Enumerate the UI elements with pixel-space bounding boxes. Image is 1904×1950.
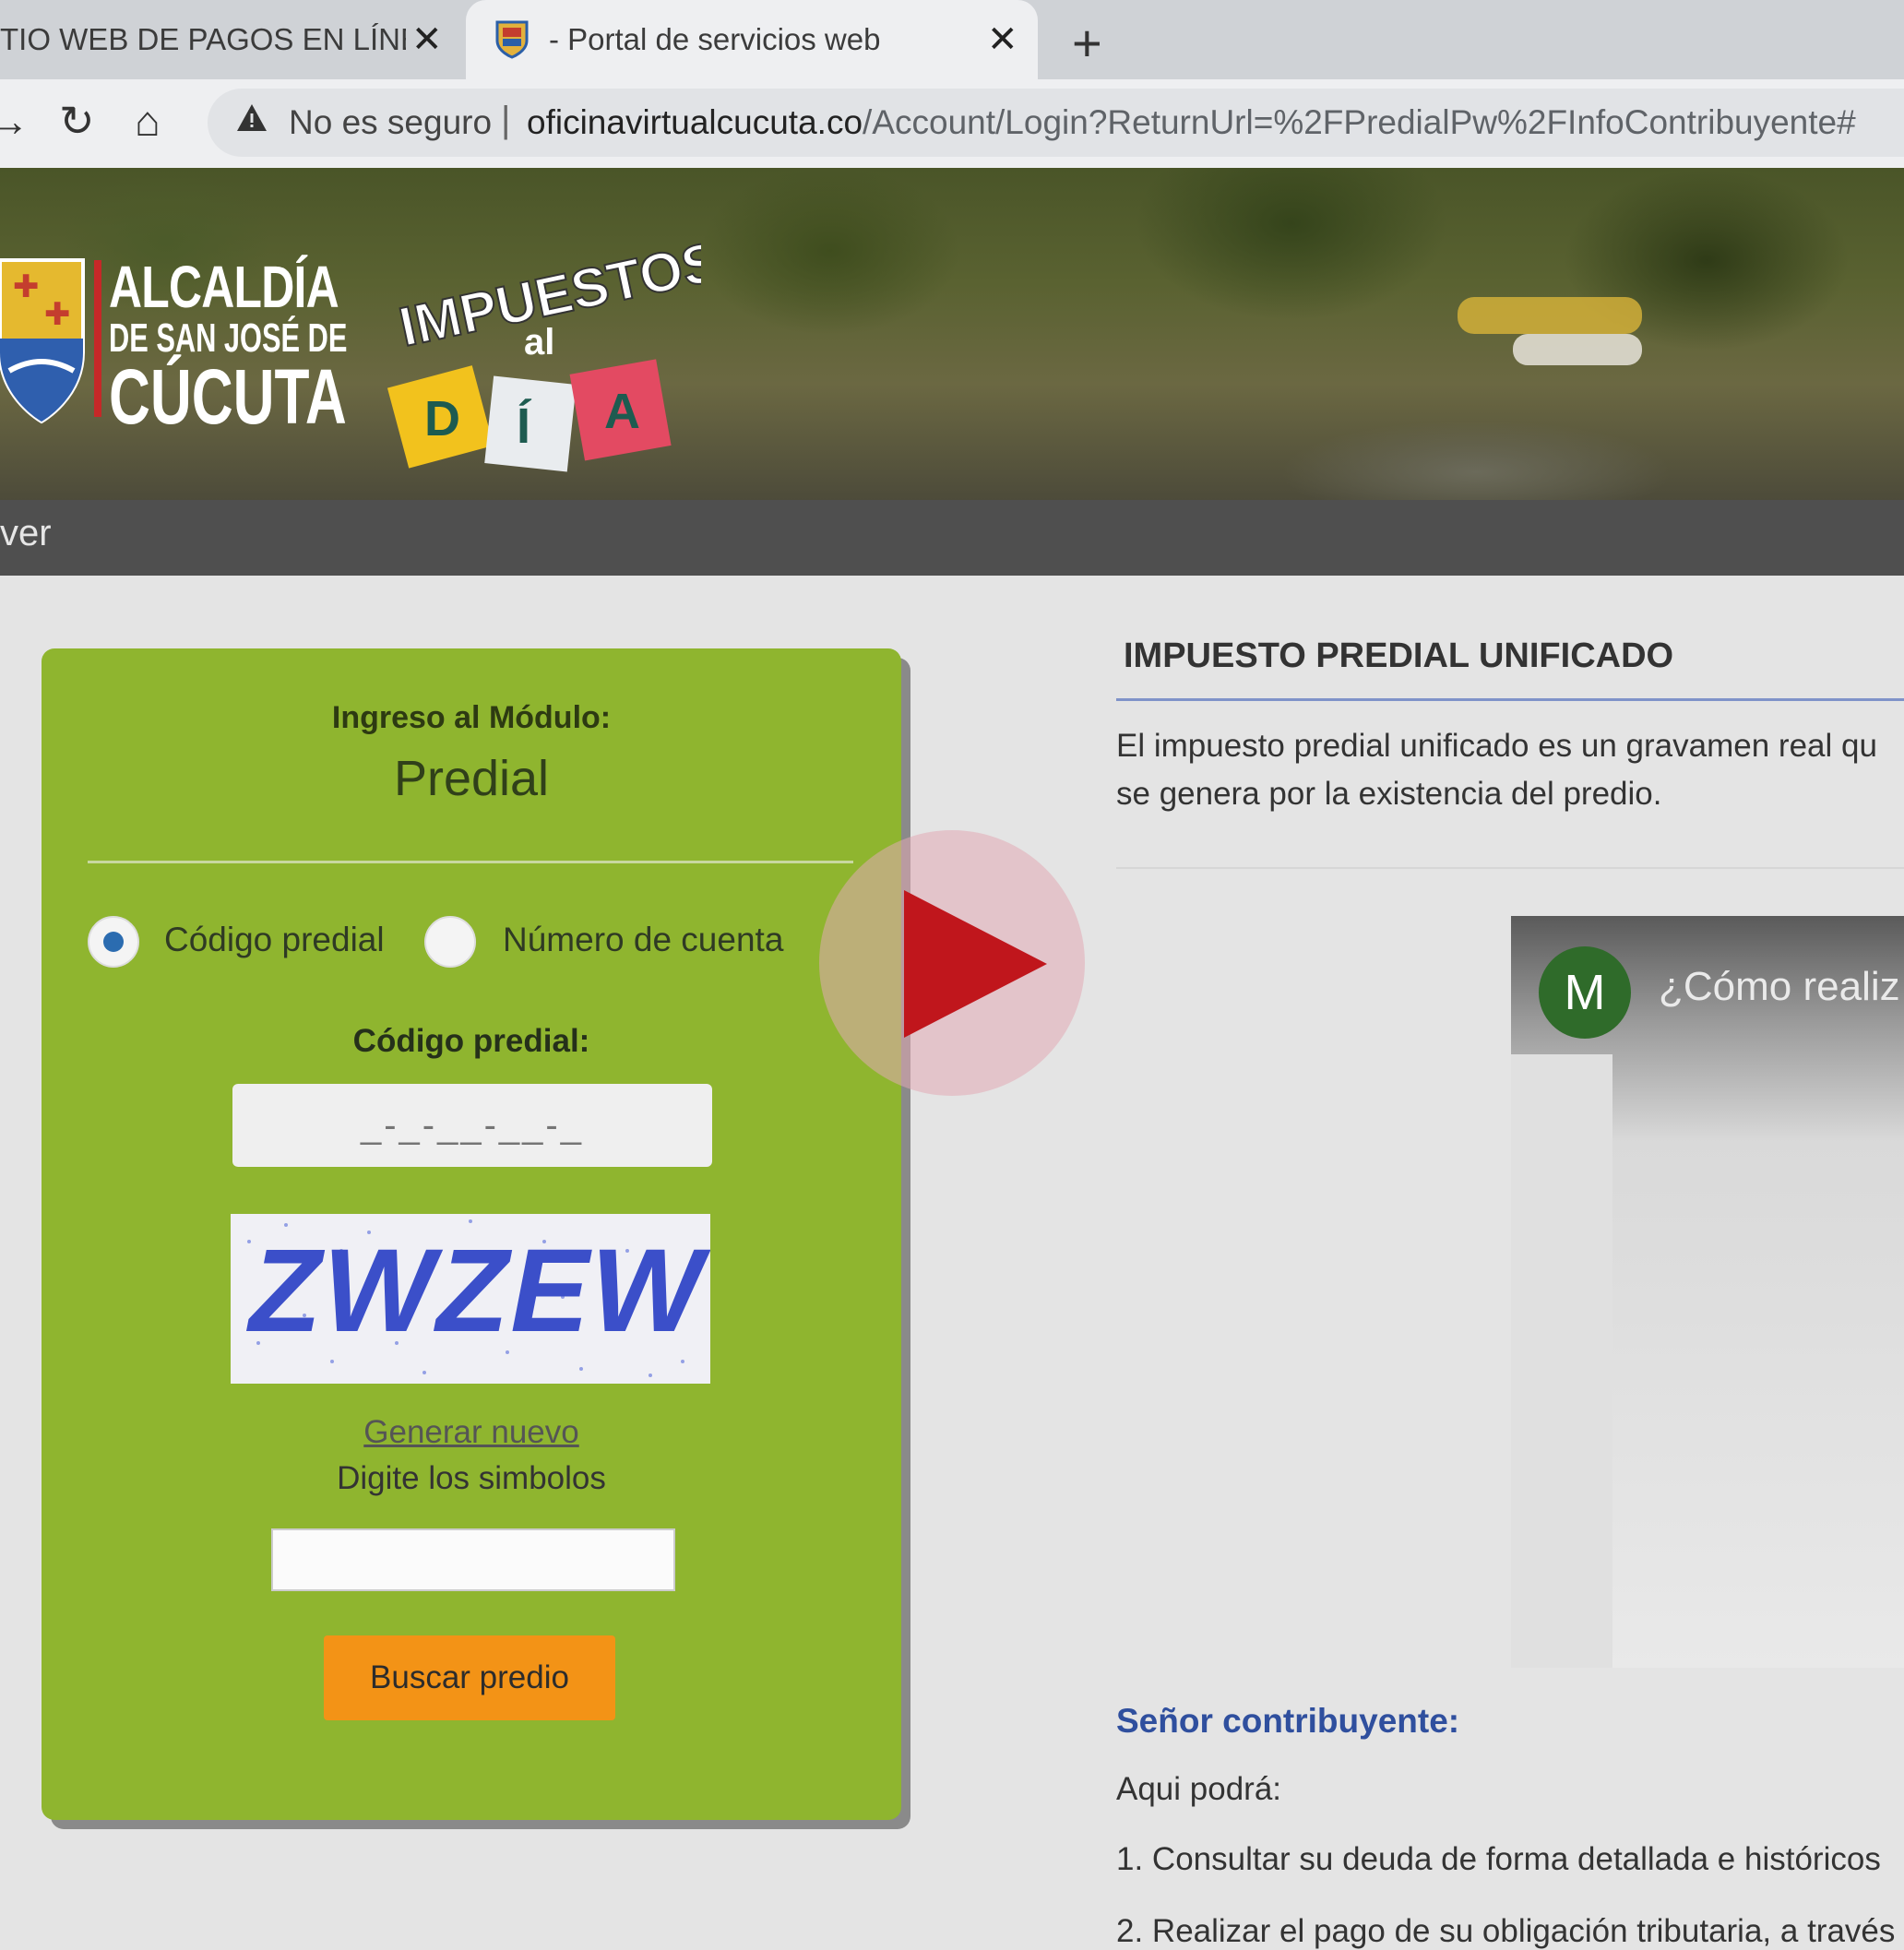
captcha-text: ZWZEW (249, 1225, 705, 1357)
address-bar[interactable]: No es seguro | oficinavirtualcucuta.co/A… (208, 89, 1904, 157)
forward-icon[interactable]: → (0, 96, 30, 146)
alcaldia-title: ALCALDÍA (109, 254, 339, 320)
divider (88, 861, 853, 863)
video-thumbnail-shade (1511, 1054, 1612, 1668)
home-icon[interactable]: ⌂ (135, 96, 161, 146)
video-title[interactable]: ¿Cómo realiz (1659, 964, 1900, 1010)
login-heading: Ingreso al Módulo: (331, 700, 612, 735)
close-tab-icon[interactable]: ✕ (411, 18, 443, 61)
svg-text:✚: ✚ (44, 296, 71, 333)
warning-icon[interactable] (235, 101, 268, 135)
section-title: IMPUESTO PREDIAL UNIFICADO (1124, 636, 1674, 675)
radio-numero-cuenta[interactable] (424, 916, 476, 968)
title-underline (1116, 698, 1904, 701)
coat-of-arms-logo: ✚ ✚ (0, 258, 85, 424)
radio-selected-dot (103, 932, 124, 952)
contribuyente-heading: Señor contribuyente: (1116, 1702, 1460, 1740)
description-line: se genera por la existencia del predio. (1116, 776, 1662, 812)
browser-tab-bar: TIO WEB DE PAGOS EN LÍNEA, ✕ - Portal de… (0, 0, 1904, 79)
section-description: El impuesto predial unificado es un grav… (1116, 722, 1904, 818)
tab-title: - Portal de servicios web (549, 22, 881, 56)
symbols-prompt: Digite los simbolos (337, 1460, 606, 1496)
address-bar-row: → ↻ ⌂ No es seguro | oficinavirtualcucut… (0, 79, 1904, 168)
embedded-video[interactable]: M ¿Cómo realiz (1511, 916, 1904, 1668)
svg-text:al: al (524, 322, 554, 363)
shield-favicon-icon (495, 20, 529, 59)
banner-photo-detail (1458, 297, 1642, 334)
close-tab-icon[interactable]: ✕ (987, 18, 1018, 61)
module-name: Predial (393, 751, 550, 806)
svg-text:A: A (604, 384, 640, 439)
main-nav-strip: ver (0, 500, 1904, 576)
captcha-image: ZWZEW (231, 1214, 710, 1384)
banner-photo-detail (1513, 334, 1642, 365)
svg-text:Í: Í (517, 398, 532, 454)
divider (1116, 867, 1904, 869)
field-label: Código predial: (352, 1023, 590, 1059)
reload-icon[interactable]: ↻ (59, 96, 95, 146)
description-line: El impuesto predial unificado es un grav… (1116, 728, 1877, 764)
captcha-input[interactable] (271, 1528, 675, 1591)
radio-label-codigo[interactable]: Código predial (164, 921, 385, 959)
radio-label-cuenta[interactable]: Número de cuenta (503, 921, 783, 959)
url-text[interactable]: oficinavirtualcucuta.co/Account/Login?Re… (527, 103, 1856, 142)
url-host: oficinavirtualcucuta.co (527, 103, 863, 141)
tab-pagos[interactable]: TIO WEB DE PAGOS EN LÍNEA, ✕ (0, 0, 461, 79)
impuestos-al-dia-logo: IMPUESTOS al D Í A (387, 232, 701, 472)
alcaldia-city: CÚCUTA (109, 353, 347, 440)
codigo-predial-input[interactable] (232, 1084, 712, 1167)
header-banner: ✚ ✚ ALCALDÍA DE SAN JOSÉ DE CÚCUTA IMPUE… (0, 168, 1904, 500)
svg-text:✚: ✚ (13, 268, 40, 305)
security-label[interactable]: No es seguro (289, 103, 492, 142)
list-item: 2. Realizar el pago de su obligación tri… (1116, 1913, 1896, 1949)
tab-portal[interactable]: - Portal de servicios web ✕ (466, 0, 1038, 79)
login-card: Ingreso al Módulo: Predial Código predia… (42, 648, 901, 1820)
radio-codigo-predial[interactable] (88, 916, 139, 968)
buscar-predio-button[interactable]: Buscar predio (324, 1635, 615, 1720)
logo-divider (94, 260, 101, 417)
svg-text:D: D (424, 391, 460, 446)
separator: | (501, 100, 511, 140)
list-item: 1. Consultar su deuda de forma detallada… (1116, 1841, 1881, 1877)
new-tab-button[interactable]: + (1072, 13, 1102, 73)
tab-title: TIO WEB DE PAGOS EN LÍNEA, (0, 22, 406, 56)
nav-item-partial[interactable]: ver (0, 513, 52, 554)
channel-avatar[interactable]: M (1539, 946, 1631, 1039)
url-path: /Account/Login?ReturnUrl=%2FPredialPw%2F… (863, 103, 1856, 141)
play-icon[interactable] (904, 890, 1047, 1038)
generate-new-link[interactable]: Generar nuevo (42, 1414, 901, 1451)
aqui-podra-text: Aqui podrá: (1116, 1771, 1282, 1807)
